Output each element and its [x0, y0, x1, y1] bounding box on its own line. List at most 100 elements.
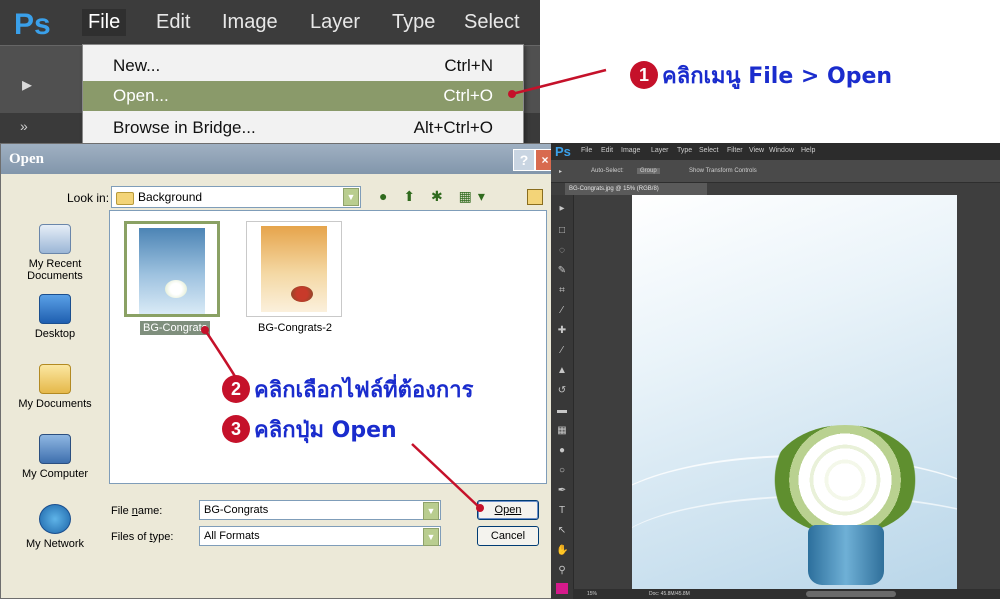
- photoshop-menu-snippet: Ps File Edit Image Layer Type Select ▸ »…: [0, 0, 540, 148]
- annotation-step-2: 2 คลิกเลือกไฟล์ที่ต้องการ: [222, 372, 473, 407]
- collapse-panel-icon[interactable]: »: [20, 118, 28, 134]
- photoshop-logo: Ps: [555, 144, 571, 159]
- healing-tool-icon[interactable]: ✚: [556, 325, 568, 336]
- history-brush-tool-icon[interactable]: ↺: [556, 385, 568, 396]
- quick-select-tool-icon[interactable]: ✎: [556, 265, 568, 276]
- ps-menu-bar: Ps File Edit Image Layer Type Select Fil…: [551, 143, 1000, 160]
- file-name-input[interactable]: BG-Congrats ▼: [199, 500, 441, 520]
- file-type-select[interactable]: All Formats ▼: [199, 526, 441, 546]
- look-in-select[interactable]: Background ▼: [111, 186, 361, 208]
- pen-tool-icon[interactable]: ✒: [556, 485, 568, 496]
- eraser-tool-icon[interactable]: ▬: [556, 405, 568, 416]
- move-tool-icon[interactable]: ▸: [556, 203, 568, 214]
- ps-menu-image[interactable]: Image: [621, 147, 640, 154]
- file-type-label: Files of type:: [111, 531, 174, 543]
- place-my-network[interactable]: My Network: [11, 504, 99, 550]
- place-my-computer[interactable]: My Computer: [11, 434, 99, 480]
- flower-image: [165, 280, 187, 298]
- dialog-title: Open: [9, 151, 45, 167]
- file-name-label: File name:: [111, 505, 163, 517]
- new-folder-icon[interactable]: [527, 189, 543, 205]
- status-bar: 15% Doc: 45.8M/45.8M: [573, 589, 1000, 599]
- navigation-icons[interactable]: ● ⬆ ✱ ▦▾: [379, 188, 491, 205]
- ps-menu-type[interactable]: Type: [677, 147, 692, 154]
- move-tool-icon[interactable]: ▸: [559, 168, 562, 175]
- document-canvas[interactable]: [632, 195, 957, 589]
- stamp-tool-icon[interactable]: ▲: [556, 365, 568, 376]
- blur-tool-icon[interactable]: ●: [556, 445, 568, 456]
- ps-menu-select[interactable]: Select: [699, 147, 718, 154]
- ps-menu-layer[interactable]: Layer: [651, 147, 669, 154]
- chevron-down-icon[interactable]: ▼: [423, 502, 439, 520]
- ps-menu-edit[interactable]: Edit: [601, 147, 613, 154]
- auto-select-checkbox[interactable]: Auto-Select:: [591, 168, 624, 174]
- menu-file[interactable]: File: [82, 9, 127, 36]
- open-dialog: Open ? × Look in: Background ▼ ● ⬆ ✱ ▦▾ …: [0, 143, 556, 599]
- document-tab[interactable]: BG-Congrats.jpg @ 15% (RGB/8): [565, 183, 707, 195]
- file-menu-dropdown: New... Ctrl+N Open... Ctrl+O Browse in B…: [82, 44, 524, 148]
- menu-item-label: Browse in Bridge...: [113, 118, 256, 137]
- photoshop-window: Ps File Edit Image Layer Type Select Fil…: [551, 143, 1000, 599]
- zoom-tool-icon[interactable]: ⚲: [556, 565, 568, 576]
- step-3-text: คลิกปุ่ม Open: [254, 418, 397, 443]
- chevron-down-icon[interactable]: ▼: [343, 188, 359, 206]
- look-in-label: Look in:: [67, 191, 110, 205]
- crop-tool-icon[interactable]: ⌗: [556, 285, 568, 296]
- file-name-value: BG-Congrats: [204, 504, 269, 516]
- menu-item-open[interactable]: Open... Ctrl+O: [83, 81, 523, 111]
- gradient-tool-icon[interactable]: ▦: [556, 425, 568, 436]
- menu-layer[interactable]: Layer: [310, 11, 360, 34]
- horizontal-scrollbar[interactable]: [806, 591, 896, 597]
- flower-pot-image: [808, 525, 884, 585]
- file-thumbnail-bg-congrats[interactable]: [124, 221, 220, 317]
- place-my-recent-documents[interactable]: My Recent Documents: [11, 224, 99, 282]
- open-button[interactable]: Open: [477, 500, 539, 520]
- menu-item-browse-bridge[interactable]: Browse in Bridge... Alt+Ctrl+O: [83, 113, 523, 143]
- place-my-documents[interactable]: My Documents: [11, 364, 99, 410]
- path-select-tool-icon[interactable]: ↖: [556, 525, 568, 536]
- dialog-title-bar[interactable]: Open ? ×: [1, 144, 555, 174]
- menu-item-new[interactable]: New... Ctrl+N: [83, 51, 523, 81]
- place-label: My Recent Documents: [27, 258, 83, 282]
- folder-icon: [116, 192, 134, 205]
- menu-item-shortcut: Ctrl+N: [444, 56, 493, 75]
- place-desktop[interactable]: Desktop: [11, 294, 99, 340]
- ps-menu-view[interactable]: View: [749, 147, 764, 154]
- chevron-down-icon[interactable]: ▼: [423, 528, 439, 546]
- type-tool-icon[interactable]: T: [556, 505, 568, 516]
- step-1-marker: 1: [630, 61, 658, 89]
- document-size: Doc: 45.8M/45.8M: [649, 591, 690, 597]
- menu-edit[interactable]: Edit: [156, 11, 190, 34]
- menu-select[interactable]: Select: [464, 11, 520, 34]
- flower-bouquet-image: [770, 425, 920, 535]
- eyedropper-tool-icon[interactable]: ⁄: [556, 305, 568, 316]
- ps-menu-filter[interactable]: Filter: [727, 147, 743, 154]
- zoom-level: 15%: [587, 591, 598, 597]
- help-button[interactable]: ?: [513, 149, 535, 171]
- brush-tool-icon[interactable]: ⁄: [556, 345, 568, 356]
- move-tool-icon[interactable]: ▸: [22, 72, 32, 97]
- file-thumbnail-bg-congrats-2[interactable]: [246, 221, 342, 317]
- menu-image[interactable]: Image: [222, 11, 278, 34]
- file-name-bg-congrats-2[interactable]: BG-Congrats-2: [258, 322, 332, 334]
- ps-menu-window[interactable]: Window: [769, 147, 794, 154]
- hand-tool-icon[interactable]: ✋: [556, 545, 568, 556]
- foreground-color-swatch[interactable]: [556, 583, 568, 594]
- flower-image: [291, 286, 313, 302]
- open-button-label: Open: [494, 504, 522, 516]
- show-transform-controls[interactable]: Show Transform Controls: [689, 168, 757, 174]
- group-select[interactable]: Group: [637, 168, 660, 174]
- marquee-tool-icon[interactable]: □: [556, 225, 568, 236]
- menu-bar: Ps File Edit Image Layer Type Select: [0, 0, 540, 45]
- computer-icon: [39, 434, 71, 464]
- cancel-button[interactable]: Cancel: [477, 526, 539, 546]
- place-label: My Network: [25, 538, 85, 550]
- menu-item-label: New...: [113, 56, 161, 75]
- file-name-bg-congrats[interactable]: BG-Congrats: [140, 321, 211, 335]
- lasso-tool-icon[interactable]: ◌: [556, 245, 568, 256]
- dodge-tool-icon[interactable]: ○: [556, 465, 568, 476]
- menu-item-shortcut: Alt+Ctrl+O: [413, 118, 493, 137]
- menu-type[interactable]: Type: [392, 11, 435, 34]
- ps-menu-file[interactable]: File: [581, 147, 592, 154]
- ps-menu-help[interactable]: Help: [801, 147, 815, 154]
